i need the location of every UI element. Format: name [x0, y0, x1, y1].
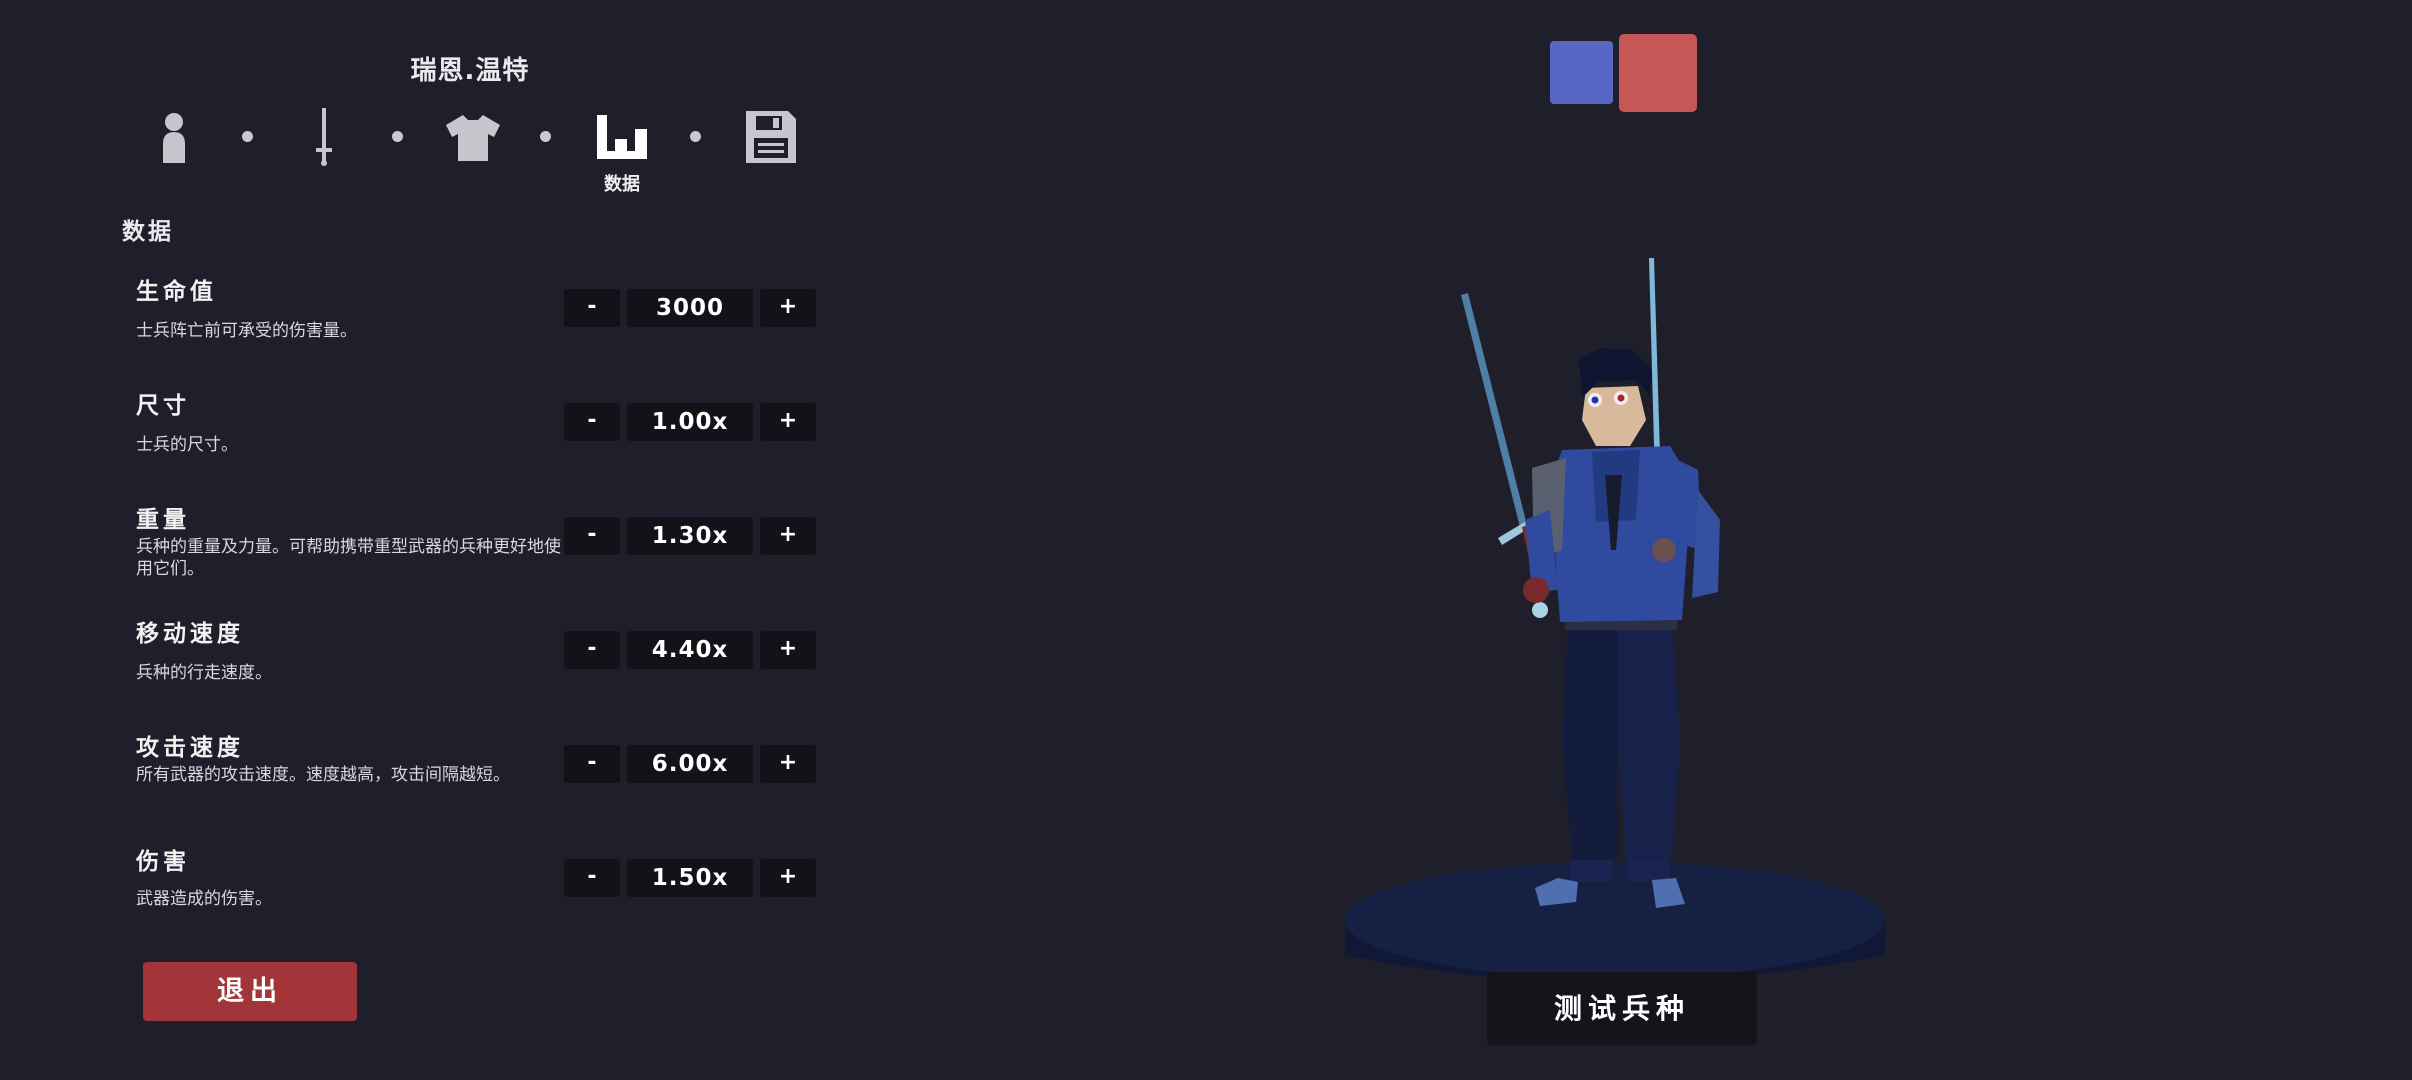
increase-button[interactable]: + [760, 631, 816, 669]
decrease-button[interactable]: - [564, 631, 620, 669]
stat-row-health: 生命值 士兵阵亡前可承受的伤害量。 - 3000 + [136, 272, 826, 372]
unit-editor-screen: { "unit": { "name": "瑞恩.温特" }, "steps": … [0, 0, 2412, 1080]
character-head [1579, 348, 1652, 446]
step-stats-label: 数据 [604, 174, 640, 195]
stat-stepper: - 1.50x + [564, 859, 816, 897]
stat-row-move-speed: 移动速度 兵种的行走速度。 - 4.40x + [136, 614, 826, 714]
decrease-button[interactable]: - [564, 859, 620, 897]
stat-stepper: - 3000 + [564, 289, 816, 327]
decrease-button[interactable]: - [564, 517, 620, 555]
increase-button[interactable]: + [760, 517, 816, 555]
stat-row-damage: 伤害 武器造成的伤害。 - 1.50x + [136, 842, 826, 942]
increase-button[interactable]: + [760, 859, 816, 897]
bar-chart-icon [597, 115, 647, 159]
increase-button[interactable]: + [760, 745, 816, 783]
unit-preview-scene[interactable] [1300, 220, 1920, 980]
stat-description: 所有武器的攻击速度。速度越高，攻击间隔越短。 [136, 765, 510, 785]
character-torso [1525, 446, 1720, 622]
pedestal-top [1345, 862, 1885, 978]
stat-row-attack-speed: 攻击速度 所有武器的攻击速度。速度越高，攻击间隔越短。 - 6.00x + [136, 728, 826, 828]
decrease-button[interactable]: - [564, 289, 620, 327]
step-stats[interactable] [594, 108, 650, 166]
stat-description: 兵种的重量及力量。可帮助携带重型武器的兵种更好地使用它们。 [136, 537, 561, 579]
stat-name: 重量 [136, 507, 190, 533]
section-title: 数据 [122, 219, 174, 245]
test-unit-button[interactable]: 测试兵种 [1487, 972, 1757, 1045]
decrease-button[interactable]: - [564, 403, 620, 441]
unit-name-title: 瑞恩.温特 [410, 56, 530, 86]
step-clothing[interactable] [443, 108, 503, 166]
step-separator-dot [690, 131, 701, 142]
stat-description: 士兵阵亡前可承受的伤害量。 [136, 321, 357, 341]
stat-name: 攻击速度 [136, 735, 244, 761]
exit-button[interactable]: 退出 [143, 962, 357, 1021]
step-weapon[interactable] [302, 108, 346, 166]
save-disk-icon [746, 111, 796, 163]
decrease-button[interactable]: - [564, 745, 620, 783]
stat-name: 生命值 [136, 279, 217, 305]
step-save[interactable] [743, 108, 799, 166]
step-separator-dot [242, 131, 253, 142]
stat-value: 6.00x [627, 745, 753, 783]
stat-name: 移动速度 [136, 621, 244, 647]
stat-row-size: 尺寸 士兵的尺寸。 - 1.00x + [136, 386, 826, 486]
stat-stepper: - 1.30x + [564, 517, 816, 555]
stat-description: 兵种的行走速度。 [136, 663, 272, 683]
stat-value: 4.40x [627, 631, 753, 669]
stat-value: 3000 [627, 289, 753, 327]
team-red-button[interactable] [1619, 34, 1697, 112]
stat-description: 武器造成的伤害。 [136, 889, 272, 909]
shirt-icon [446, 115, 500, 161]
hand-right [1652, 538, 1676, 562]
increase-button[interactable]: + [760, 289, 816, 327]
step-appearance[interactable] [152, 108, 196, 166]
stat-name: 尺寸 [136, 393, 190, 419]
step-separator-dot [540, 131, 551, 142]
stat-stepper: - 6.00x + [564, 745, 816, 783]
team-blue-button[interactable] [1550, 41, 1613, 104]
hand-left [1523, 577, 1549, 603]
sword-icon [316, 108, 332, 166]
person-icon [163, 113, 185, 163]
stat-value: 1.30x [627, 517, 753, 555]
stat-stepper: - 1.00x + [564, 403, 816, 441]
stat-row-weight: 重量 兵种的重量及力量。可帮助携带重型武器的兵种更好地使用它们。 - 1.30x… [136, 500, 826, 600]
stat-description: 士兵的尺寸。 [136, 435, 238, 455]
increase-button[interactable]: + [760, 403, 816, 441]
stat-stepper: - 4.40x + [564, 631, 816, 669]
step-separator-dot [392, 131, 403, 142]
stat-name: 伤害 [136, 849, 190, 875]
stat-value: 1.50x [627, 859, 753, 897]
stat-value: 1.00x [627, 403, 753, 441]
